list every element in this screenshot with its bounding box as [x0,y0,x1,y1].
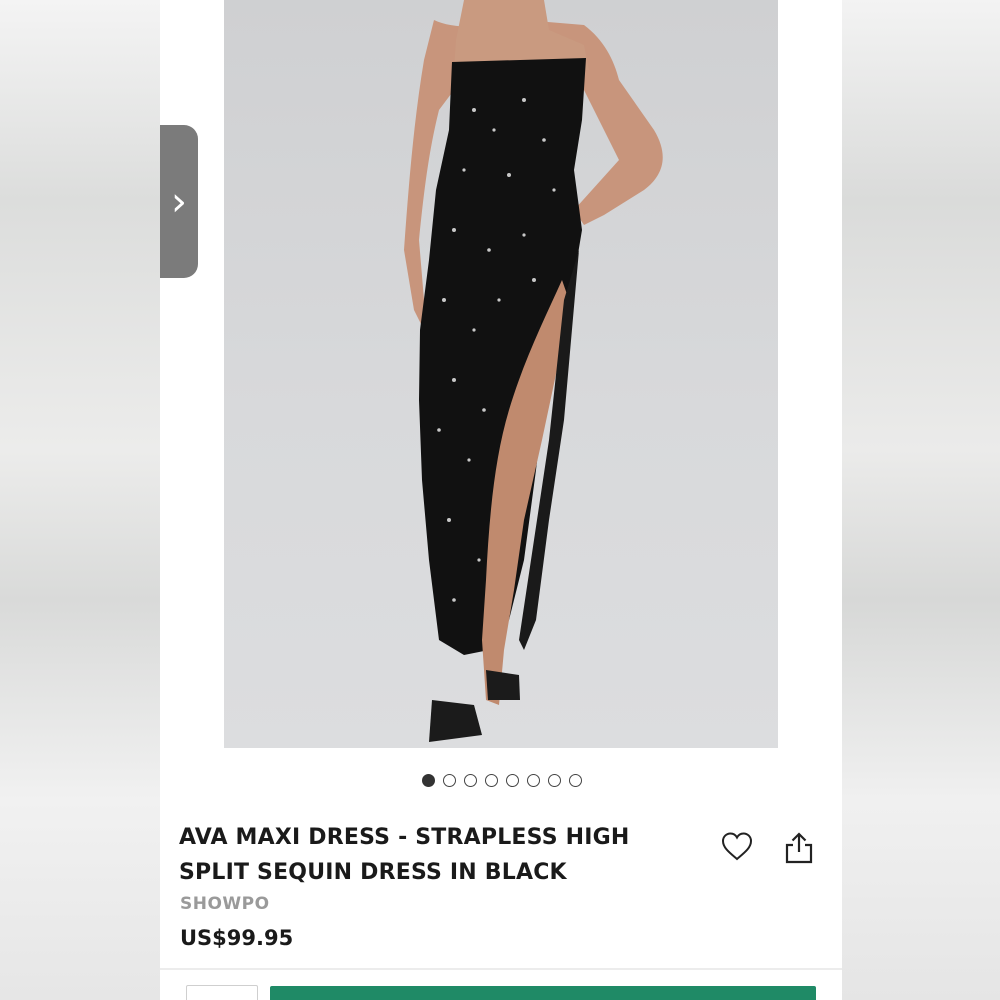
heart-icon [721,832,753,861]
pagination-dot[interactable] [464,774,477,787]
share-button[interactable] [782,830,816,866]
pagination-dot[interactable] [506,774,519,787]
product-title: AVA MAXI DRESS - STRAPLESS HIGH SPLIT SE… [179,820,699,890]
gallery-next-tab[interactable]: › [160,125,198,278]
add-to-bag-button[interactable] [270,986,816,1000]
pagination-dot[interactable] [443,774,456,787]
pagination-dot[interactable] [422,774,435,787]
gallery-pagination [422,774,582,788]
product-title-line-1: AVA MAXI DRESS - STRAPLESS HIGH [179,825,630,850]
size-select[interactable] [186,985,258,1000]
product-price: US$99.95 [180,926,294,950]
pagination-dot[interactable] [527,774,540,787]
blurred-background-left [0,0,160,1000]
pagination-dot[interactable] [548,774,561,787]
model-illustration [404,0,663,742]
favorite-button[interactable] [720,830,754,864]
share-icon [785,832,813,864]
chevron-right-icon: › [171,178,187,225]
product-title-line-2: SPLIT SEQUIN DRESS IN BLACK [179,860,567,885]
product-panel: › AVA MAXI DRESS - STRAPLESS HIGH SPLIT … [160,0,842,1000]
pagination-dot[interactable] [569,774,582,787]
pagination-dot[interactable] [485,774,498,787]
brand-name[interactable]: SHOWPO [180,894,270,914]
product-image[interactable] [224,0,778,748]
blurred-background-right [842,0,1000,1000]
divider [160,968,842,970]
